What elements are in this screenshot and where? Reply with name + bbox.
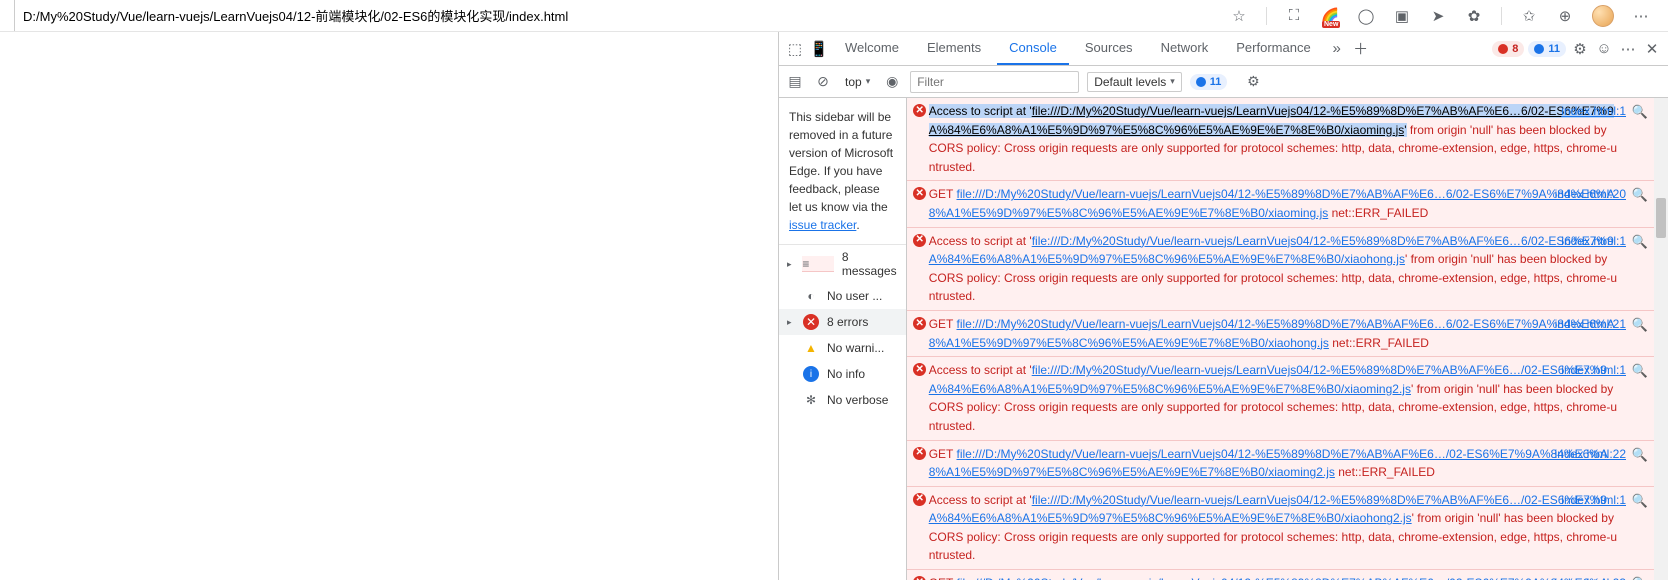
error-icon: ✕ [803, 314, 819, 330]
warning-icon: ▲ [803, 340, 819, 356]
error-count-badge[interactable]: 8 [1492, 41, 1524, 57]
source-link[interactable]: index.html:1 [1561, 232, 1626, 251]
file-link[interactable]: file:///D:/My%20Study/Vue/learn-vuejs/Le… [929, 576, 1608, 580]
file-link[interactable]: file:///D:/My%20Study/Vue/learn-vuejs/Le… [929, 187, 1615, 220]
scrollbar[interactable] [1654, 98, 1668, 580]
log-levels-selector[interactable]: Default levels [1087, 72, 1182, 92]
sidebar-deprecation-note: This sidebar will be removed in a future… [779, 98, 906, 245]
refresh-icon[interactable]: ◯ [1357, 7, 1375, 25]
search-icon[interactable]: 🔍 [1632, 232, 1648, 252]
console-message: ✕Access to script at 'file:///D:/My%20St… [907, 487, 1654, 570]
live-expression-icon[interactable]: ◉ [882, 72, 902, 92]
collections-icon[interactable]: ⊕ [1556, 7, 1574, 25]
search-icon[interactable]: 🔍 [1632, 445, 1648, 465]
console-sidebar: This sidebar will be removed in a future… [779, 98, 907, 580]
issue-count-badge[interactable]: 11 [1528, 41, 1566, 57]
browser-toolbar: D:/My%20Study/Vue/learn-vuejs/LearnVuejs… [0, 0, 1668, 32]
video-icon[interactable]: ▣ [1393, 7, 1411, 25]
context-selector[interactable]: top [841, 73, 874, 91]
page-content [0, 32, 778, 580]
error-dot-icon: ✕ [913, 363, 926, 376]
sidebar-user[interactable]: ◐No user ... [779, 283, 906, 309]
address-bar[interactable]: D:/My%20Study/Vue/learn-vuejs/LearnVuejs… [14, 0, 1220, 31]
search-icon[interactable]: 🔍 [1632, 102, 1648, 122]
source-link[interactable]: index.html:21 [1555, 315, 1626, 334]
search-icon[interactable]: 🔍 [1632, 361, 1648, 381]
console-message: ✕GET file:///D:/My%20Study/Vue/learn-vue… [907, 570, 1654, 580]
console-output[interactable]: ✕Access to script at 'file:///D:/My%20St… [907, 98, 1654, 580]
console-message: ✕Access to script at 'file:///D:/My%20St… [907, 98, 1654, 181]
favorite-icon[interactable]: ☆ [1230, 7, 1248, 25]
filter-input[interactable] [910, 71, 1079, 93]
issues-badge[interactable]: 11 [1190, 74, 1228, 90]
user-icon: ◐ [803, 288, 819, 304]
device-icon[interactable]: 📱 [809, 39, 829, 59]
new-tab-icon[interactable]: ＋ [1351, 39, 1371, 59]
search-icon[interactable]: 🔍 [1632, 491, 1648, 511]
list-icon: ≡ [802, 256, 834, 272]
source-link[interactable]: index.html:22 [1555, 445, 1626, 464]
more-tabs-icon[interactable]: » [1327, 39, 1347, 59]
tab-welcome[interactable]: Welcome [833, 32, 911, 65]
file-link[interactable]: file:///D:/My%20Study/Vue/learn-vuejs/Le… [929, 493, 1607, 526]
file-link[interactable]: file:///D:/My%20Study/Vue/learn-vuejs/Le… [929, 234, 1614, 267]
error-dot-icon: ✕ [913, 493, 926, 506]
search-icon[interactable]: 🔍 [1632, 315, 1648, 335]
file-link[interactable]: file:///D:/My%20Study/Vue/learn-vuejs/Le… [929, 104, 1614, 137]
profile-avatar[interactable] [1592, 5, 1614, 27]
extension-icon[interactable]: ✿ [1465, 7, 1483, 25]
tab-sources[interactable]: Sources [1073, 32, 1145, 65]
crop-icon[interactable]: ⛶ [1285, 7, 1303, 25]
info-icon: i [803, 366, 819, 382]
send-icon[interactable]: ➤ [1429, 7, 1447, 25]
inspect-icon[interactable]: ⬚ [785, 39, 805, 59]
source-link[interactable]: index.html:1 [1561, 102, 1626, 121]
error-dot-icon: ✕ [913, 104, 926, 117]
console-toolbar: ▤ ⊘ top ◉ Default levels 11 ⚙ [779, 66, 1668, 98]
file-link[interactable]: file:///D:/My%20Study/Vue/learn-vuejs/Le… [929, 317, 1615, 350]
sidebar-messages[interactable]: ▸≡8 messages [779, 245, 906, 283]
sidebar-verbose[interactable]: ✻No verbose [779, 387, 906, 413]
console-message: ✕GET file:///D:/My%20Study/Vue/learn-vue… [907, 441, 1654, 487]
source-link[interactable]: index.html:1 [1561, 491, 1626, 510]
console-message: ✕Access to script at 'file:///D:/My%20St… [907, 228, 1654, 311]
sidebar-info[interactable]: iNo info [779, 361, 906, 387]
more-icon[interactable]: ⋯ [1632, 7, 1650, 25]
search-icon[interactable]: 🔍 [1632, 574, 1648, 580]
console-message: ✕Access to script at 'file:///D:/My%20St… [907, 357, 1654, 440]
source-link[interactable]: index.html:23 [1555, 574, 1626, 580]
file-link[interactable]: file:///D:/My%20Study/Vue/learn-vuejs/Le… [929, 447, 1608, 480]
tab-network[interactable]: Network [1149, 32, 1221, 65]
console-message: ✕GET file:///D:/My%20Study/Vue/learn-vue… [907, 181, 1654, 227]
feedback-icon[interactable]: ☺ [1594, 39, 1614, 59]
source-link[interactable]: index.html:20 [1555, 185, 1626, 204]
sidebar-warnings[interactable]: ▲No warni... [779, 335, 906, 361]
error-dot-icon: ✕ [913, 576, 926, 580]
sidebar-errors[interactable]: ▸✕8 errors [779, 309, 906, 335]
verbose-icon: ✻ [803, 392, 819, 408]
dock-menu-icon[interactable]: ⋯ [1618, 39, 1638, 59]
devtools-panel: ⬚ 📱 Welcome Elements Console Sources Net… [778, 32, 1668, 580]
issue-tracker-link[interactable]: issue tracker [789, 218, 856, 232]
error-dot-icon: ✕ [913, 187, 926, 200]
console-message: ✕GET file:///D:/My%20Study/Vue/learn-vue… [907, 311, 1654, 357]
search-icon[interactable]: 🔍 [1632, 185, 1648, 205]
rainbow-icon[interactable]: 🌈New [1321, 7, 1339, 25]
console-settings-icon[interactable]: ⚙ [1243, 72, 1263, 92]
sidebar-toggle-icon[interactable]: ▤ [785, 72, 805, 92]
tab-performance[interactable]: Performance [1224, 32, 1322, 65]
source-link[interactable]: index.html:1 [1561, 361, 1626, 380]
tab-console[interactable]: Console [997, 32, 1069, 65]
tab-elements[interactable]: Elements [915, 32, 993, 65]
error-dot-icon: ✕ [913, 447, 926, 460]
devtools-tabs: ⬚ 📱 Welcome Elements Console Sources Net… [779, 32, 1668, 66]
file-link[interactable]: file:///D:/My%20Study/Vue/learn-vuejs/Le… [929, 363, 1607, 396]
settings-icon[interactable]: ⚙ [1570, 39, 1590, 59]
clear-console-icon[interactable]: ⊘ [813, 72, 833, 92]
error-dot-icon: ✕ [913, 317, 926, 330]
favorites-icon[interactable]: ✩ [1520, 7, 1538, 25]
close-devtools-icon[interactable]: ✕ [1642, 39, 1662, 59]
error-dot-icon: ✕ [913, 234, 926, 247]
